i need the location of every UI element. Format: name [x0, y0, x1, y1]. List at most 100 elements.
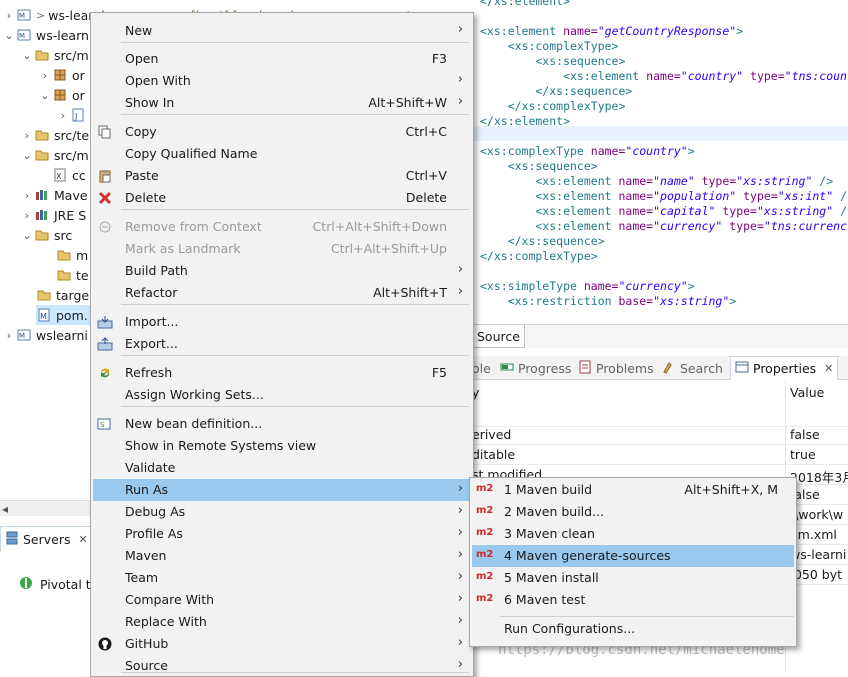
properties-row[interactable]: ditable true [472, 445, 848, 465]
menu-item-build-path[interactable]: Build Path › [93, 260, 471, 282]
tab-label: Servers [23, 532, 71, 547]
xml-editor[interactable]: </xs:element> <xs:element name="getCountr… [472, 0, 848, 318]
submenu-item-maven[interactable]: m2 4 Maven generate-sources [472, 545, 794, 567]
collapse-icon[interactable]: ⌄ [20, 148, 34, 162]
tree-item-java-file[interactable]: › J [56, 105, 90, 125]
tab-source[interactable]: Source [472, 325, 525, 348]
menu-item-refresh[interactable]: Refresh F5 [93, 362, 471, 384]
close-icon[interactable]: ✕ [824, 362, 833, 375]
menu-item-open[interactable]: Open F3 [93, 48, 471, 70]
menu-item-compare-with[interactable]: Compare With › [93, 589, 471, 611]
menu-item-label: Delete [125, 190, 167, 205]
menu-item-copy-qualified-name[interactable]: Copy Qualified Name [93, 143, 471, 165]
menu-separator [121, 42, 469, 43]
maven-project-icon: M [16, 328, 32, 342]
menu-item-label: Run As [125, 482, 169, 497]
source-folder-icon [34, 148, 50, 162]
code-line: </xs:complexType> [480, 249, 598, 264]
menu-item-shortcut: F5 [431, 365, 447, 380]
code-token: <xs:element [480, 24, 564, 38]
property-value: ,050 byt [790, 567, 843, 582]
code-token: base= [618, 294, 654, 308]
menu-item-new[interactable]: New › [93, 20, 471, 42]
tree-item-maven-deps[interactable]: › Mave [20, 185, 88, 205]
menu-item-delete[interactable]: Delete Delete [93, 187, 471, 209]
svg-text:M: M [19, 32, 25, 40]
menu-item-profile-as[interactable]: Profile As › [93, 523, 471, 545]
menu-item-maven[interactable]: Maven › [93, 545, 471, 567]
menu-item-paste[interactable]: Paste Ctrl+V [93, 165, 471, 187]
code-token: type= [715, 204, 757, 218]
expand-icon[interactable]: › [20, 128, 34, 142]
tree-item-jre[interactable]: › JRE S [20, 205, 86, 225]
menu-item-run-as[interactable]: Run As › [93, 479, 471, 501]
tree-item-src-test[interactable]: › src/te [20, 125, 89, 145]
svg-text:M: M [19, 332, 25, 340]
tab-progress[interactable]: Progress [500, 356, 571, 380]
tree-item-xsd-file[interactable]: X cc [52, 165, 86, 185]
properties-row[interactable]: erived false [472, 425, 848, 445]
expand-icon[interactable]: › [20, 208, 34, 222]
menu-item-team[interactable]: Team › [93, 567, 471, 589]
menu-item-import[interactable]: Import... [93, 311, 471, 333]
menu-item-validate[interactable]: Validate [93, 457, 471, 479]
tab-search[interactable]: Search [662, 356, 723, 380]
code-token: "xs:string" [653, 294, 730, 308]
menu-item-refactor[interactable]: Refactor Alt+Shift+T › [93, 282, 471, 304]
code-token: <xs:sequence> [480, 159, 598, 173]
menu-item-debug-as[interactable]: Debug As › [93, 501, 471, 523]
tree-item-folder-main[interactable]: m [56, 245, 88, 265]
tree-item-ws-learning[interactable]: ⌄ M ws-learni [2, 25, 92, 45]
tree-item-folder-test[interactable]: te [56, 265, 89, 285]
submenu-item-run-configurations[interactable]: Run Configurations... [472, 618, 794, 640]
collapse-icon[interactable]: ⌄ [38, 88, 52, 102]
menu-item-show-in-remote-systems-view[interactable]: Show in Remote Systems view [93, 435, 471, 457]
menu-item-new-bean-definition[interactable]: S New bean definition... [93, 413, 471, 435]
maven-project-icon: M [16, 28, 32, 42]
menu-item-assign-working-sets[interactable]: Assign Working Sets... [93, 384, 471, 406]
submenu-item-maven[interactable]: m2 1 Maven build Alt+Shift+X, M [472, 479, 794, 501]
tab-properties[interactable]: Properties ✕ [730, 356, 839, 380]
code-token: > [729, 294, 737, 308]
menu-item-label: New bean definition... [125, 416, 263, 431]
menu-item-copy[interactable]: Copy Ctrl+C [93, 121, 471, 143]
menu-item-github[interactable]: GitHub › [93, 633, 471, 655]
tree-item-src-main-resources[interactable]: ⌄ src/m [20, 145, 88, 165]
code-line: <xs:element name="capital" type="xs:stri… [480, 204, 847, 219]
server-item-pivotal[interactable]: Pivotal tc [18, 574, 98, 594]
expand-icon[interactable]: › [38, 68, 52, 82]
tree-item-package[interactable]: › or [38, 65, 85, 85]
collapse-icon[interactable]: ⌄ [20, 228, 34, 242]
collapse-icon[interactable]: ⌄ [20, 48, 34, 62]
menu-item-export[interactable]: Export... [93, 333, 471, 355]
tree-item-target[interactable]: targe [36, 285, 89, 305]
tab-servers[interactable]: Servers ✕ [0, 526, 97, 552]
submenu-item-maven[interactable]: m2 3 Maven clean [472, 523, 794, 545]
expand-icon[interactable]: › [2, 328, 16, 342]
tree-item-src[interactable]: ⌄ src [20, 225, 72, 245]
code-token: / [833, 189, 847, 203]
expand-icon[interactable]: › [2, 8, 16, 22]
tree-item-src-main[interactable]: ⌄ src/m [20, 45, 88, 65]
submenu-item-maven[interactable]: m2 5 Maven install [472, 567, 794, 589]
tab-problems[interactable]: Problems [578, 356, 654, 380]
collapse-icon[interactable]: ⌄ [2, 28, 16, 42]
menu-item-show-in[interactable]: Show In Alt+Shift+W › [93, 92, 471, 114]
menu-item-source[interactable]: Source › [93, 655, 471, 677]
menu-item-replace-with[interactable]: Replace With › [93, 611, 471, 633]
menu-item-label: Refactor [125, 285, 178, 300]
package-icon [52, 68, 68, 82]
expand-icon[interactable]: › [56, 108, 70, 122]
tab-console[interactable]: ole [472, 356, 491, 380]
menu-item-open-with[interactable]: Open With › [93, 70, 471, 92]
submenu-item-maven[interactable]: m2 6 Maven test [472, 589, 794, 611]
scroll-left-icon[interactable]: ◂ [2, 502, 8, 516]
code-token: <xs:element [480, 204, 619, 218]
close-icon[interactable]: ✕ [79, 533, 88, 546]
tree-item-pom[interactable]: M pom. [36, 305, 92, 325]
submenu-item-maven[interactable]: m2 2 Maven build... [472, 501, 794, 523]
submenu-arrow-icon: › [457, 525, 463, 540]
expand-icon[interactable]: › [20, 188, 34, 202]
tree-item-package[interactable]: ⌄ or [38, 85, 84, 105]
tree-item-wslearning[interactable]: › M wslearni [2, 325, 88, 345]
